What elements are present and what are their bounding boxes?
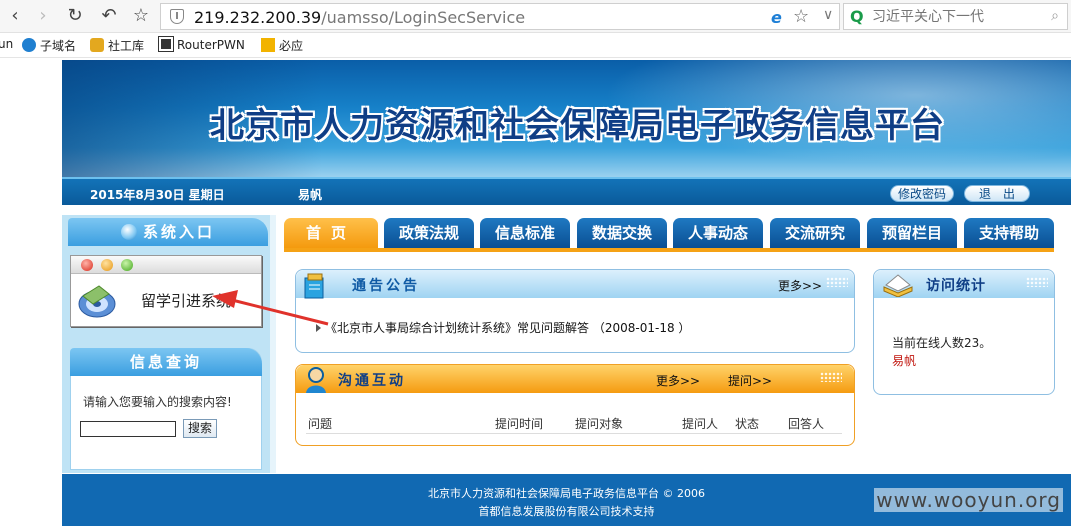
annotation-arrow: [212, 290, 329, 326]
watermark: www.wooyun.org: [874, 488, 1063, 512]
